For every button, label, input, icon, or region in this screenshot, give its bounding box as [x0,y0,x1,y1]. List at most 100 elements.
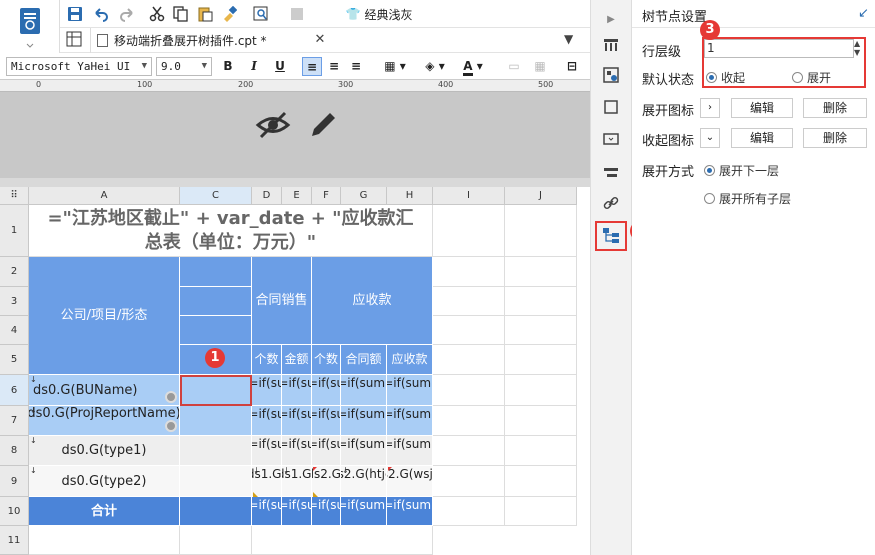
formula-cell[interactable]: =if(sum( [387,406,433,436]
gear-icon[interactable] [165,420,177,432]
link-icon[interactable] [600,192,622,214]
count-header[interactable]: 个数 [252,345,282,375]
formula-cell[interactable]: =if(sum( [387,497,433,526]
empty-cell[interactable] [505,316,577,345]
col-header-d[interactable]: D [252,187,282,205]
tab-menu-icon[interactable]: ▼ [564,32,582,48]
empty-cell[interactable] [505,436,577,466]
empty-cell[interactable] [433,436,505,466]
gear-icon[interactable] [165,391,177,403]
formula-cell[interactable]: =if(sum( [341,406,387,436]
col-header-i[interactable]: I [433,187,505,205]
border-icon[interactable]: ▦ ▾ [378,57,412,76]
font-size-select[interactable]: 9.0 ▼ [156,57,212,76]
corner-cell[interactable]: ⠿ [0,187,29,205]
expand-icon-preview[interactable]: › [700,98,720,118]
title-cell[interactable]: ="江苏地区截止" + var_date + "应收款汇总表（单位：万元）" [29,205,433,257]
bold-button[interactable]: B [218,57,238,76]
col-header-a[interactable]: A [29,187,180,205]
collapse-arrow-icon[interactable]: ▶ [600,8,622,30]
formula-cell[interactable]: =if(sum( [341,436,387,466]
undo-icon[interactable] [92,4,110,24]
preview-icon[interactable] [252,4,270,24]
empty-cell[interactable] [505,205,577,257]
radio-expand-all[interactable]: 展开所有子层 [704,190,791,207]
widget-icon[interactable] [600,96,622,118]
formula-cell[interactable]: =if(sum( [341,497,387,526]
formula-cell[interactable]: =if(sum( [387,375,433,406]
total-cell[interactable]: 合计 [29,497,180,526]
formula-cell[interactable]: =if(sum( [341,375,387,406]
formula-cell[interactable]: =if(su [282,406,312,436]
font-color-button[interactable]: A ▾ [456,57,490,76]
align-center-icon[interactable]: ≡ [324,57,344,76]
formula-cell[interactable]: =if(su [312,497,341,526]
cut-icon[interactable] [148,4,166,24]
empty-cell[interactable] [180,526,252,555]
col-header-e[interactable]: E [282,187,312,205]
edit-expand-icon-button[interactable]: 编辑 [731,98,793,118]
delete-collapse-icon-button[interactable]: 删除 [803,128,867,148]
empty-cell[interactable] [505,466,577,497]
align-left-icon[interactable]: ≡ [302,57,322,76]
underline-button[interactable]: U [270,57,290,76]
formula-cell[interactable]: =if(su [282,375,312,406]
empty-cell[interactable] [433,345,505,375]
copy-icon[interactable] [172,4,190,24]
type2-cell[interactable]: ds0.G(type2) [29,466,180,497]
tab-file[interactable]: 移动端折叠展开树插件.cpt * [90,28,330,53]
formula-cell[interactable]: =if(su [312,436,341,466]
italic-button[interactable]: I [244,57,264,76]
collapse-panel-icon[interactable]: ↙ [858,6,869,21]
receivable-sub-header[interactable]: 应收款 [387,345,433,375]
fill-color-icon[interactable]: ◈ ▾ [418,57,452,76]
collapse-icon-preview[interactable]: ⌄ [700,128,720,148]
empty-cell[interactable] [505,345,577,375]
empty-cell[interactable] [433,257,505,287]
formula-cell[interactable]: =if(su [312,375,341,406]
company-header-cell[interactable]: 公司/项目/形态 [29,257,180,375]
radio-expanded[interactable]: 展开 [792,69,831,86]
empty-cell[interactable] [505,406,577,436]
delete-expand-icon-button[interactable]: 删除 [803,98,867,118]
col-header-c[interactable]: C [180,187,252,205]
row-header-10[interactable]: 10 [0,497,29,526]
formula-cell[interactable]: =if(su [252,497,282,526]
font-name-select[interactable]: Microsoft YaHei UI ▼ [6,57,152,76]
empty-cell[interactable] [433,406,505,436]
cell-attr-icon[interactable] [600,34,622,56]
col-header-h[interactable]: H [387,187,433,205]
col-header-j[interactable]: J [505,187,577,205]
empty-cell[interactable] [505,375,577,406]
empty-cell[interactable] [505,287,577,316]
empty-cell[interactable] [180,436,252,466]
radio-expand-next[interactable]: 展开下一层 [704,162,779,179]
dropdown-widget-icon[interactable] [600,128,622,150]
formula-cell[interactable]: =if(su [312,406,341,436]
align-right-icon[interactable]: ≡ [346,57,366,76]
more-icon[interactable]: ⊟ [562,57,582,76]
empty-cell[interactable] [29,526,180,555]
empty-cell[interactable] [505,257,577,287]
format-painter-icon[interactable] [220,4,238,24]
empty-cell[interactable] [505,497,577,526]
row-header-7[interactable]: 7 [0,406,29,436]
row-header-9[interactable]: 9 [0,466,29,497]
row-header-8[interactable]: 8 [0,436,29,466]
grid-view-icon[interactable] [66,31,84,49]
edit-pencil-icon[interactable] [306,110,338,140]
row-header-3[interactable]: 3 [0,287,29,316]
col-header-g[interactable]: G [341,187,387,205]
redo-icon[interactable] [118,4,136,24]
level-spinner[interactable]: ▲ ▼ [854,39,864,58]
condition-icon[interactable] [600,162,622,184]
contract-sales-header[interactable]: 合同销售 [252,257,312,345]
row-header-1[interactable]: 1 [0,205,29,257]
formula-cell[interactable]: =if(sum( [387,436,433,466]
radio-collapsed[interactable]: 收起 [706,69,745,86]
empty-cell[interactable] [180,406,252,436]
header-cell[interactable] [180,287,252,316]
formula-cell[interactable]: =if(su [282,497,312,526]
formula-cell[interactable]: =if(su [252,436,282,466]
empty-cell[interactable] [180,466,252,497]
